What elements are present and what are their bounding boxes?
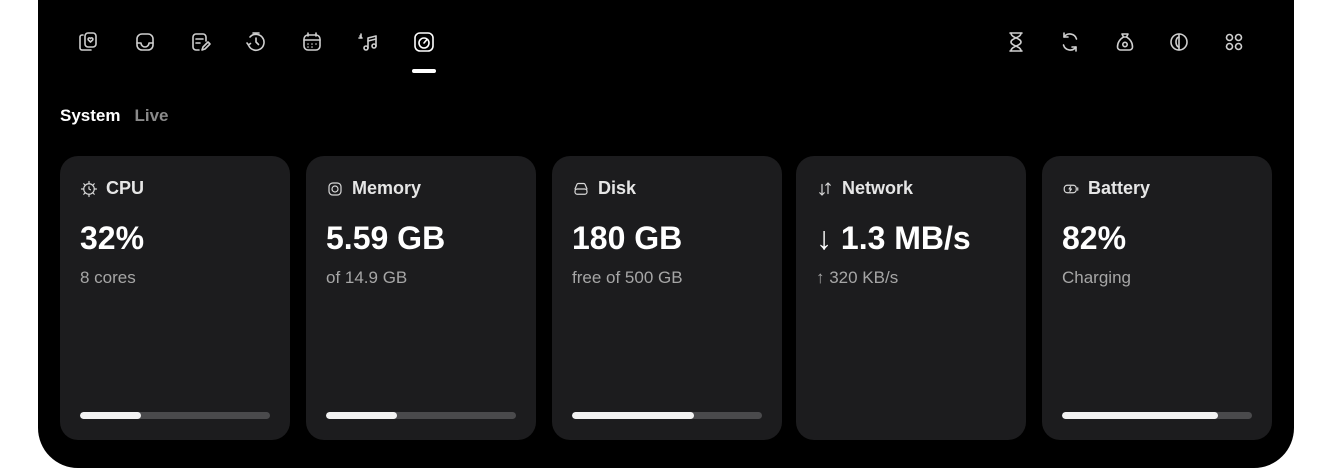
battery-card[interactable]: Battery 82% Charging [1042, 156, 1272, 440]
card-title: Disk [598, 178, 637, 198]
active-tab-indicator [412, 69, 436, 73]
card-header: Disk [572, 178, 636, 199]
card-title: CPU [106, 178, 145, 198]
disk-free-value: 180 GB [572, 220, 683, 256]
inbox-tray-icon[interactable] [129, 26, 161, 58]
progress-fill [326, 412, 398, 419]
contrast-icon[interactable] [1163, 26, 1195, 58]
system-monitor-panel: System Live CPU 32% 8 cores Memory 5.59 … [38, 0, 1294, 468]
card-header: Battery [1062, 178, 1150, 199]
clipboard-heart-icon[interactable] [72, 26, 104, 58]
battery-status-text: Charging [1062, 268, 1131, 287]
tab-system[interactable]: System [60, 106, 120, 126]
cpu-usage-value: 32% [80, 220, 145, 256]
disk-progress-bar [572, 412, 762, 419]
card-title: Memory [352, 178, 422, 198]
progress-fill [572, 412, 694, 419]
memory-used-value: 5.59 GB [326, 220, 446, 256]
battery-charging-icon [1063, 184, 1079, 193]
calendar-icon[interactable] [296, 26, 328, 58]
disk-total-text: free of 500 GB [572, 268, 683, 287]
network-card[interactable]: Network ↓ 1.3 MB/s ↑ 320 KB/s [796, 156, 1026, 440]
disk-card[interactable]: Disk 180 GB free of 500 GB [552, 156, 782, 440]
cpu-cores-text: 8 cores [80, 268, 136, 287]
speedometer-icon[interactable] [408, 26, 440, 58]
grid-apps-icon[interactable] [1218, 26, 1250, 58]
cpu-progress-bar [80, 412, 270, 419]
disk-drive-icon [574, 182, 588, 195]
view-tabs: System Live [60, 106, 169, 126]
card-header: Network [816, 178, 913, 199]
money-bag-icon[interactable] [1109, 26, 1141, 58]
memory-progress-bar [326, 412, 516, 419]
timer-refresh-icon[interactable] [240, 26, 272, 58]
card-title: Battery [1088, 178, 1151, 198]
cpu-chip-icon [80, 180, 98, 197]
progress-fill [1062, 412, 1218, 419]
memory-total-text: of 14.9 GB [326, 268, 408, 287]
refresh-icon[interactable] [1054, 26, 1086, 58]
memory-icon [328, 181, 342, 196]
progress-fill [80, 412, 141, 419]
network-arrows-icon [819, 181, 831, 196]
card-header: CPU [80, 178, 144, 199]
battery-level-value: 82% [1062, 220, 1127, 256]
cpu-card[interactable]: CPU 32% 8 cores [60, 156, 290, 440]
memory-card[interactable]: Memory 5.59 GB of 14.9 GB [306, 156, 536, 440]
top-toolbar [38, 26, 1294, 76]
music-notes-icon[interactable] [352, 26, 384, 58]
hourglass-icon[interactable] [1000, 26, 1032, 58]
card-title: Network [842, 178, 914, 198]
battery-progress-bar [1062, 412, 1252, 419]
card-header: Memory [326, 178, 421, 199]
network-upload-text: ↑ 320 KB/s [816, 268, 899, 287]
note-edit-icon[interactable] [184, 26, 216, 58]
network-download-value: ↓ 1.3 MB/s [816, 220, 971, 256]
tab-live[interactable]: Live [134, 106, 168, 126]
